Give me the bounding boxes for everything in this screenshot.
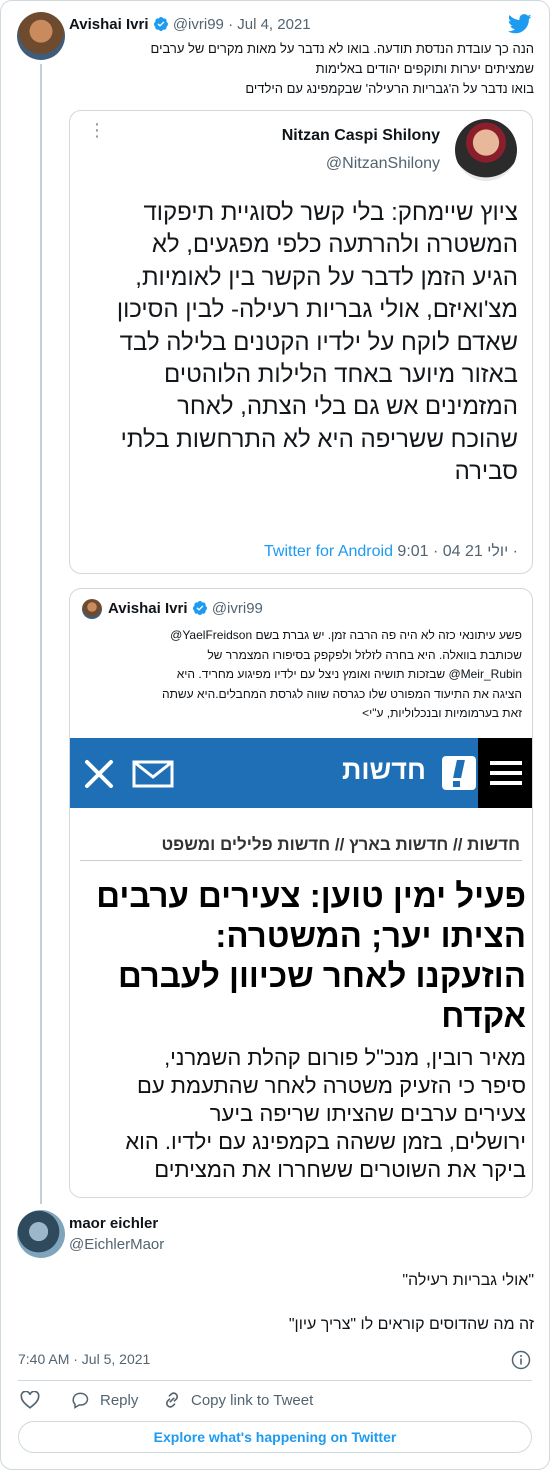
- news-body: מאיר רובין, מנכ"ל פורום קהלת השמרני, סיפ…: [78, 1044, 526, 1184]
- link-icon[interactable]: [162, 1390, 182, 1410]
- twitter-logo-icon[interactable]: [508, 14, 532, 34]
- text-line: באזור מיוער באחד הלילות הלוהטים: [164, 361, 518, 389]
- body-line: ביקר את השוטרים ששחררו את המציתים: [154, 1157, 526, 1182]
- body-line: סיפר כי הזעיק משטרה לאחר שהתעמת עם: [136, 1073, 526, 1098]
- body-line: מאיר רובין, מנכ"ל פורום קהלת השמרני,: [164, 1045, 526, 1070]
- embedded-tweet-card[interactable]: ⋮ Nitzan Caspi Shilony @NitzanShilony צי…: [69, 110, 533, 574]
- main-tweet-text: הנה כך עובדת הנדסת תודעה. בואו לא נדבר ע…: [70, 39, 534, 99]
- text-line: שמציתים יערות ותוקפים יהודים באלימות: [315, 61, 534, 76]
- news-header: חדשות: [70, 738, 532, 808]
- reply-tweet-text: "אולי גבריות רעילה" זה מה שהדוסים קוראים…: [20, 1270, 534, 1336]
- headline-line: הוזעקנו לאחר שכיוון לעברם: [117, 957, 526, 994]
- reply-button[interactable]: Reply: [100, 1392, 138, 1409]
- body-line: ירושלים, בזמן ששהה בקמפינג עם ילדיו. הוא: [125, 1129, 526, 1154]
- reply-author-avatar[interactable]: [17, 1210, 65, 1258]
- main-tweet-header: Avishai Ivri @ivri99 · Jul 4, 2021: [69, 16, 311, 33]
- like-heart-icon[interactable]: [20, 1391, 40, 1409]
- text-line: מצ'ואיזם, אולי גבריות רעילה- לבין הסיכון: [116, 296, 518, 324]
- thread-line: [40, 64, 42, 1204]
- info-icon[interactable]: [511, 1350, 531, 1370]
- reply-author-name[interactable]: maor eichler: [69, 1215, 158, 1232]
- text-line: הציגה את התיעוד המפורט שלו כגרסה שווה לג…: [161, 686, 522, 701]
- text-line: שכותבת בוואלה. היא בחרה לזלזל ולפקפק בסי…: [207, 647, 522, 662]
- text-line: זאת בערמומיות ובנכלוליות, ע"י>: [362, 706, 522, 721]
- text-line: בואו נדבר על ה'גבריות הרעילה' שבקמפינג ע…: [245, 81, 534, 96]
- divider: [18, 1380, 532, 1381]
- news-breadcrumb: חדשות // חדשות בארץ // חדשות פלילים ומשפ…: [161, 835, 520, 854]
- embedded-avatar[interactable]: [455, 119, 517, 181]
- body-line: צעירים ערבים שהציתו שריפה ביער: [209, 1101, 526, 1126]
- headline-line: פעיל ימין טוען: צעירים ערבים: [96, 877, 526, 914]
- author-avatar[interactable]: [17, 12, 65, 60]
- verified-badge-icon: [192, 601, 207, 616]
- text-line: Meir_Rubin@ שבזכות תושיה ואומץ ניצל עם י…: [176, 667, 522, 682]
- news-headline: פעיל ימין טוען: צעירים ערבים הציתו יער; …: [80, 876, 526, 1036]
- text-line: ציוץ שיימחק: בלי קשר לסוגיית תיפקוד: [143, 199, 518, 226]
- close-icon: [85, 760, 113, 788]
- divider: [80, 860, 522, 861]
- reply-icon[interactable]: [70, 1390, 90, 1410]
- quoted-tweet-text: פשע עיתונאי כזה לא היה פה הרבה זמן. יש ג…: [82, 626, 522, 724]
- headline-line: אקדח: [441, 997, 526, 1034]
- reply-author-handle[interactable]: @EichlerMaor: [69, 1236, 164, 1253]
- embedded-tweet-text: ציוץ שיימחק: בלי קשר לסוגיית תיפקוד המשט…: [88, 197, 518, 489]
- news-screenshot[interactable]: חדשות חדשות // חדשות בארץ // חדשות פלילי…: [70, 738, 532, 1197]
- quoted-tweet-header: Avishai Ivri @ivri99: [108, 600, 263, 617]
- headline-line: הציתו יער; המשטרה:: [215, 917, 526, 954]
- author-name[interactable]: Avishai Ivri: [69, 16, 148, 33]
- text-line: הנה כך עובדת הנדסת תודעה. בואו לא נדבר ע…: [150, 41, 534, 56]
- text-line: פשע עיתונאי כזה לא היה פה הרבה זמן. יש ג…: [170, 628, 522, 642]
- separator-dot: ·: [228, 16, 234, 33]
- news-site-name: חדשות: [342, 755, 426, 785]
- text-line: "אולי גבריות רעילה": [402, 1272, 534, 1289]
- verified-badge-icon: [153, 17, 168, 32]
- site-logo-icon: [442, 756, 476, 790]
- author-handle[interactable]: @ivri99: [173, 16, 224, 33]
- embedded-author-handle[interactable]: @NitzanShilony: [278, 155, 440, 173]
- text-line: שהוכח ששריפה היא לא התרחשות בלתי: [120, 425, 518, 453]
- more-options-icon[interactable]: ⋮: [88, 121, 106, 139]
- embedded-tweet-footer: Twitter for Android 9:01 · 04 יולי 21 ·: [240, 543, 518, 561]
- quoted-author-avatar: [82, 599, 102, 619]
- embedded-author-name[interactable]: Nitzan Caspi Shilony: [278, 127, 440, 145]
- text-line: הגיע הזמן לדבר על הקשר בין לאומיות,: [135, 263, 518, 291]
- reply-timestamp[interactable]: 7:40 AM · Jul 5, 2021: [18, 1351, 150, 1367]
- menu-icon: [478, 738, 532, 808]
- text-line: סבירה: [454, 458, 518, 486]
- text-line: שאדם לוקח על ילדיו הקטנים בלילה לבד: [119, 328, 518, 356]
- tweet-source[interactable]: Twitter for Android: [264, 543, 393, 560]
- quoted-author-name: Avishai Ivri: [108, 600, 188, 617]
- text-line: המזמינים אש גם בלי הצתה, לאחר: [177, 393, 518, 421]
- quoted-tweet-card[interactable]: Avishai Ivri @ivri99 פשע עיתונאי כזה לא …: [69, 588, 533, 1198]
- quoted-author-handle: @ivri99: [211, 600, 263, 617]
- explore-button[interactable]: Explore what's happening on Twitter: [18, 1421, 532, 1453]
- copy-link-button[interactable]: Copy link to Tweet: [191, 1392, 313, 1409]
- text-line: זה מה שהדוסים קוראים לו "צריך עיון": [288, 1316, 534, 1333]
- text-line: המשטרה ולהרתעה כלפי מפגעים, לא: [151, 231, 518, 259]
- mail-icon: [132, 760, 174, 788]
- tweet-date[interactable]: Jul 4, 2021: [237, 16, 310, 33]
- tweet-time: 9:01 · 04 יולי 21 ·: [397, 543, 518, 560]
